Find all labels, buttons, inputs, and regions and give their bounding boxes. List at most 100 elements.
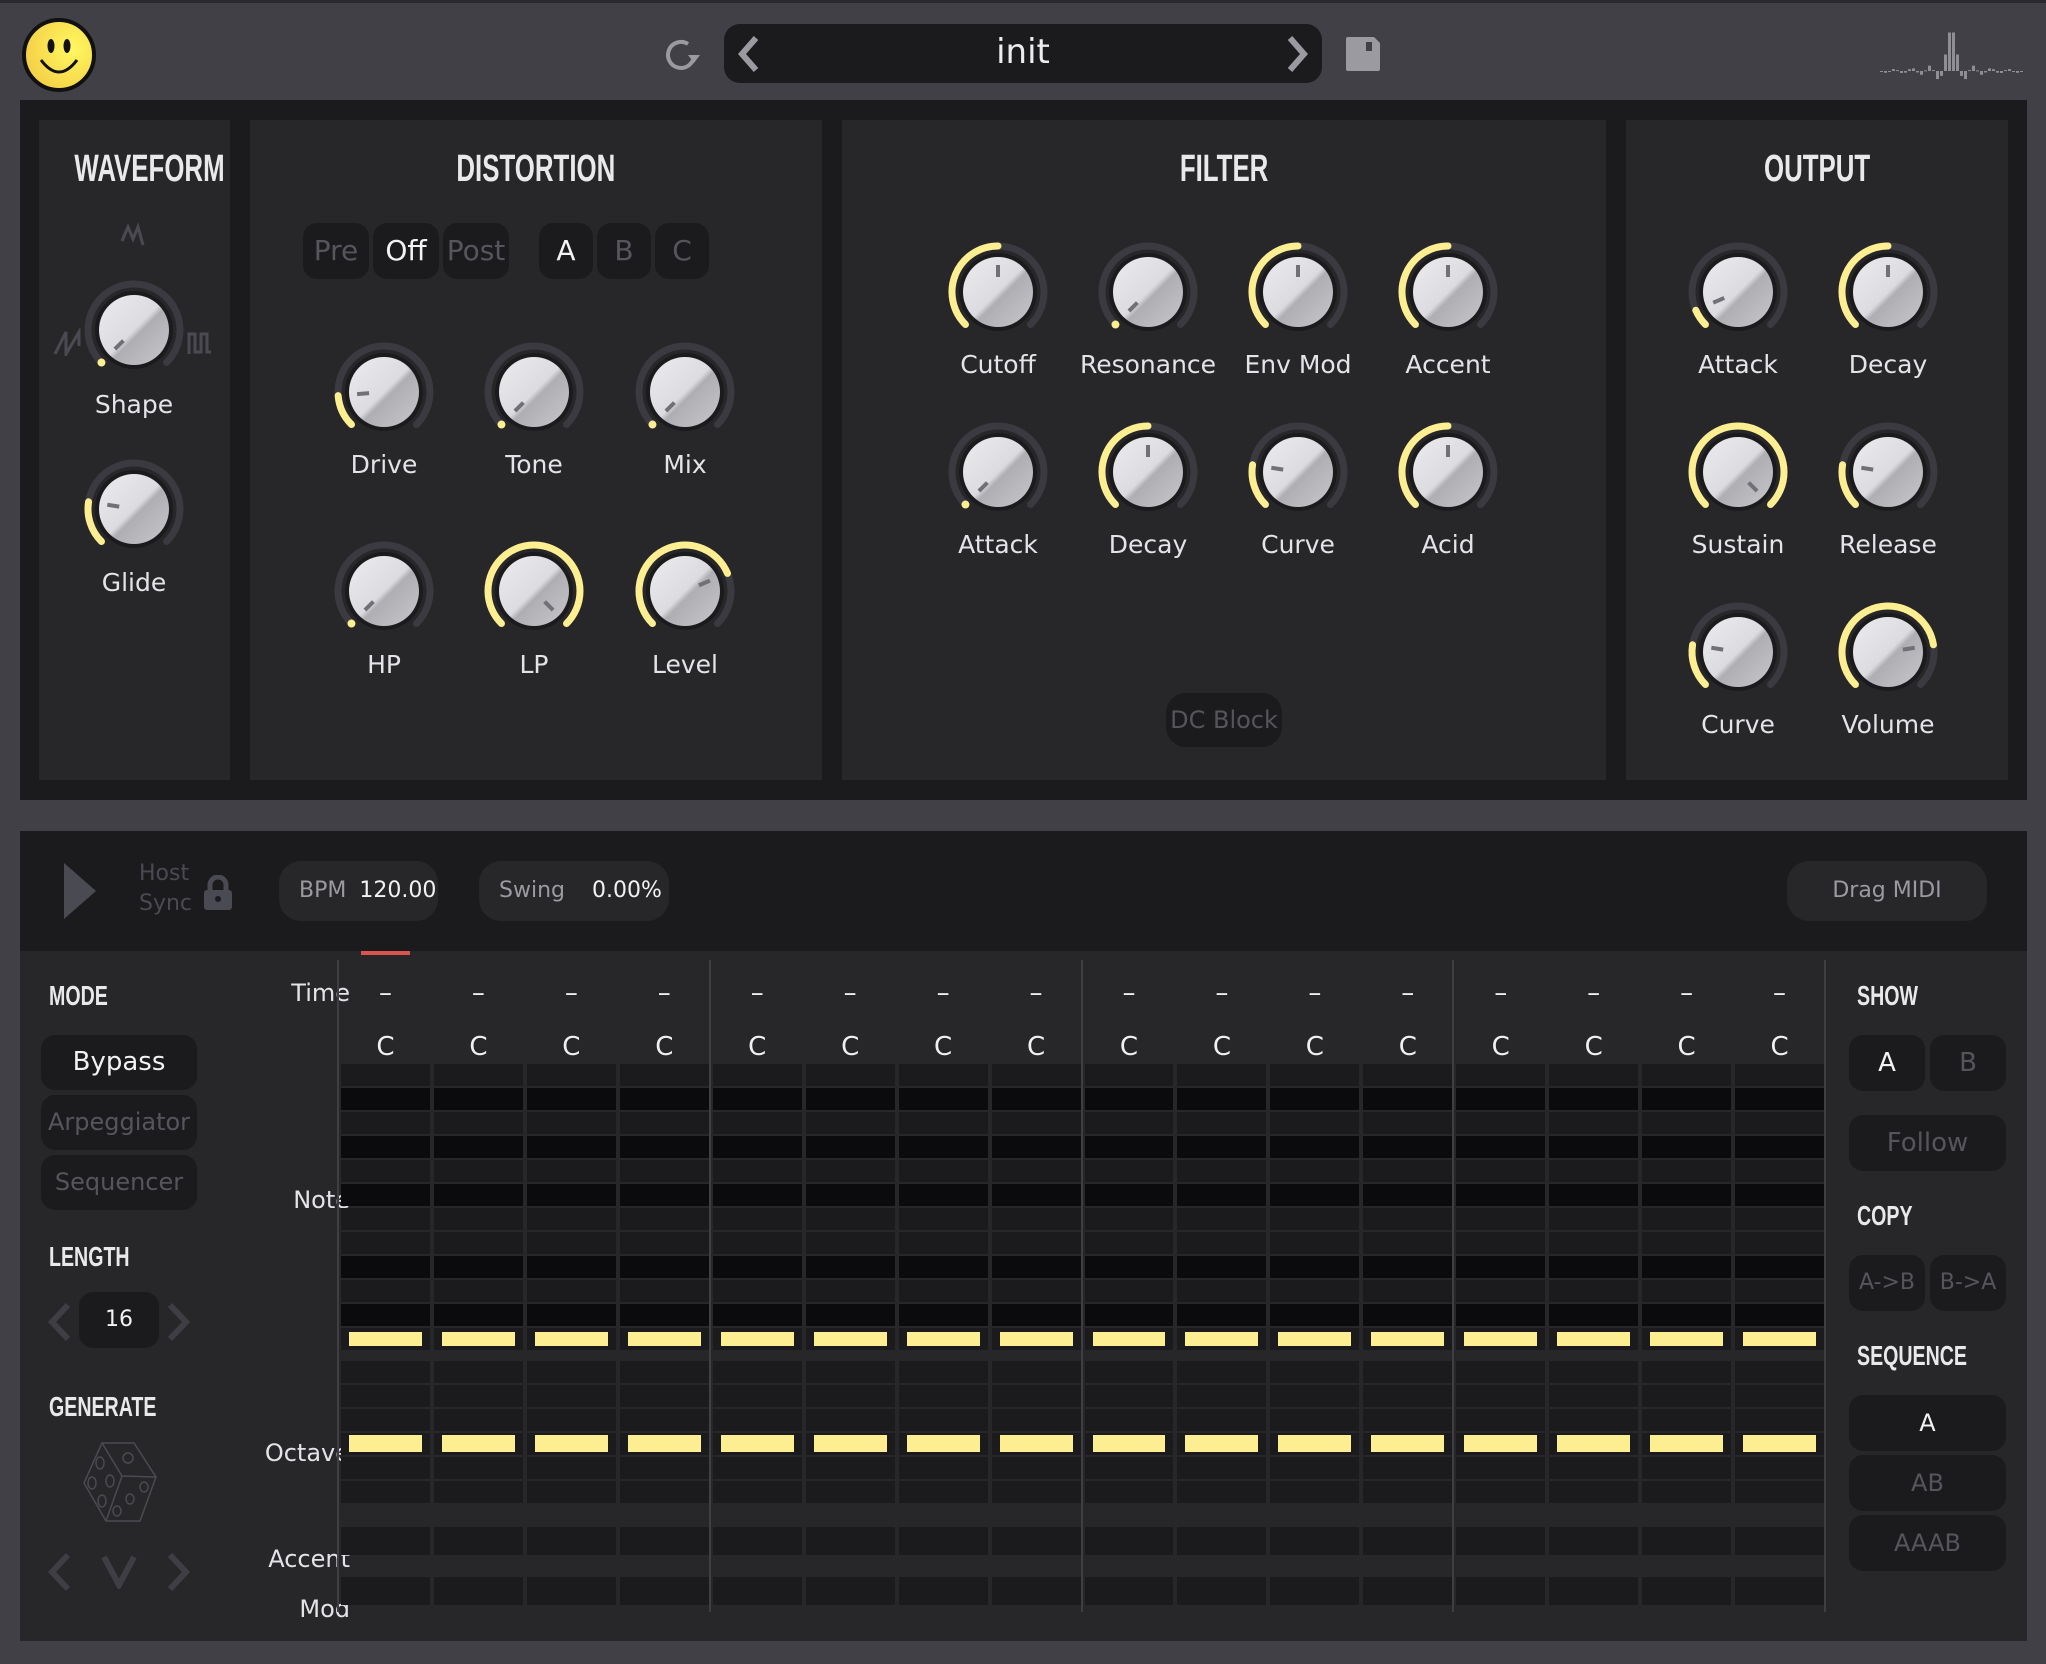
accent-cell[interactable] (991, 1527, 1081, 1555)
octave-on-marker[interactable] (1557, 1435, 1631, 1452)
octave-cell[interactable] (1363, 1385, 1453, 1407)
note-cell[interactable] (1735, 1304, 1824, 1326)
accent-cell[interactable] (1363, 1527, 1453, 1555)
note-on-marker[interactable] (813, 1332, 887, 1346)
note-cell[interactable] (1084, 1136, 1174, 1158)
follow-button[interactable]: Follow (1849, 1115, 2006, 1171)
note-cell[interactable] (712, 1184, 802, 1206)
lock-icon[interactable] (202, 875, 234, 911)
dc-block-button[interactable]: DC Block (1166, 693, 1282, 747)
octave-cell[interactable] (526, 1385, 616, 1407)
octave-cell[interactable] (898, 1457, 988, 1479)
octave-cell[interactable] (341, 1385, 430, 1407)
octave-cell[interactable] (1549, 1481, 1639, 1503)
note-cell[interactable] (1735, 1136, 1824, 1158)
note-cell[interactable] (1456, 1136, 1546, 1158)
mod-cell[interactable] (1735, 1577, 1824, 1605)
accent-cell[interactable] (1270, 1527, 1360, 1555)
mix-knob[interactable] (633, 340, 737, 444)
knob-graphic[interactable] (633, 539, 737, 643)
octave-cell[interactable] (1642, 1457, 1732, 1479)
note-cell[interactable] (1270, 1184, 1360, 1206)
note-on-marker[interactable] (441, 1332, 515, 1346)
octave-cell[interactable] (526, 1481, 616, 1503)
note-cell[interactable] (341, 1184, 430, 1206)
show-a-button[interactable]: A (1849, 1035, 1925, 1091)
knob-graphic[interactable] (1686, 420, 1790, 524)
octave-cell[interactable] (1642, 1385, 1732, 1407)
note-cell[interactable] (341, 1256, 430, 1278)
note-cell[interactable] (1084, 1160, 1174, 1182)
octave-cell[interactable] (1177, 1385, 1267, 1407)
knob-graphic[interactable] (1246, 420, 1350, 524)
octave-on-marker[interactable] (1092, 1435, 1166, 1452)
note-cell[interactable] (712, 1280, 802, 1302)
output-curve-knob[interactable] (1686, 600, 1790, 704)
mode-sequencer-button[interactable]: Sequencer (41, 1155, 197, 1210)
octave-cell[interactable] (1084, 1385, 1174, 1407)
knob-graphic[interactable] (1836, 420, 1940, 524)
octave-cell[interactable] (1270, 1409, 1360, 1431)
octave-cell[interactable] (1735, 1361, 1824, 1383)
note-cell[interactable] (1549, 1136, 1639, 1158)
time-value[interactable]: – (619, 978, 709, 1008)
mod-cell[interactable] (1177, 1577, 1267, 1605)
knob-graphic[interactable] (332, 340, 436, 444)
note-cell[interactable] (526, 1304, 616, 1326)
octave-cell[interactable] (712, 1481, 802, 1503)
note-cell[interactable] (1084, 1112, 1174, 1134)
octave-cell[interactable] (805, 1361, 895, 1383)
note-cell[interactable] (526, 1232, 616, 1254)
octave-on-marker[interactable] (1185, 1435, 1259, 1452)
preset-selector[interactable]: init (724, 24, 1322, 83)
accent-cell[interactable] (1177, 1527, 1267, 1555)
octave-cell[interactable] (805, 1409, 895, 1431)
note-cell[interactable] (1363, 1232, 1453, 1254)
note-cell[interactable] (526, 1160, 616, 1182)
volume-knob[interactable] (1836, 600, 1940, 704)
note-cell[interactable] (712, 1136, 802, 1158)
octave-on-marker[interactable] (441, 1435, 515, 1452)
octave-on-marker[interactable] (534, 1435, 608, 1452)
note-cell[interactable] (898, 1280, 988, 1302)
note-cell[interactable] (898, 1304, 988, 1326)
note-cell[interactable] (898, 1208, 988, 1230)
knob-graphic[interactable] (1836, 600, 1940, 704)
time-value[interactable]: – (1084, 978, 1174, 1008)
octave-cell[interactable] (1363, 1361, 1453, 1383)
time-value[interactable]: – (991, 978, 1081, 1008)
octave-cell[interactable] (1084, 1481, 1174, 1503)
note-cell[interactable] (1363, 1160, 1453, 1182)
note-cell[interactable] (433, 1136, 523, 1158)
octave-cell[interactable] (1084, 1457, 1174, 1479)
note-cell[interactable] (1177, 1256, 1267, 1278)
knob-graphic[interactable] (1396, 420, 1500, 524)
save-icon[interactable] (1344, 35, 1382, 73)
octave-cell[interactable] (1549, 1457, 1639, 1479)
note-cell[interactable] (1363, 1112, 1453, 1134)
note-cell[interactable] (341, 1208, 430, 1230)
mod-cell[interactable] (991, 1577, 1081, 1605)
note-on-marker[interactable] (534, 1332, 608, 1346)
note-cell[interactable] (1177, 1088, 1267, 1110)
note-cell[interactable] (898, 1160, 988, 1182)
note-cell[interactable] (1270, 1064, 1360, 1086)
bpm-field[interactable]: BPM 120.00 (279, 861, 438, 921)
note-cell[interactable] (1549, 1232, 1639, 1254)
time-value[interactable]: – (1642, 978, 1732, 1008)
filter-curve-knob[interactable] (1246, 420, 1350, 524)
generate-down-icon[interactable] (100, 1553, 138, 1589)
note-cell[interactable] (619, 1112, 709, 1134)
cutoff-knob[interactable] (946, 240, 1050, 344)
refresh-icon[interactable] (660, 33, 704, 77)
mod-cell[interactable] (1456, 1577, 1546, 1605)
note-cell[interactable] (526, 1136, 616, 1158)
octave-cell[interactable] (433, 1457, 523, 1479)
accent-cell[interactable] (805, 1527, 895, 1555)
accent-cell[interactable] (1642, 1527, 1732, 1555)
note-cell[interactable] (433, 1088, 523, 1110)
mod-cell[interactable] (805, 1577, 895, 1605)
note-cell[interactable] (1549, 1208, 1639, 1230)
octave-cell[interactable] (526, 1409, 616, 1431)
note-cell[interactable] (1270, 1208, 1360, 1230)
